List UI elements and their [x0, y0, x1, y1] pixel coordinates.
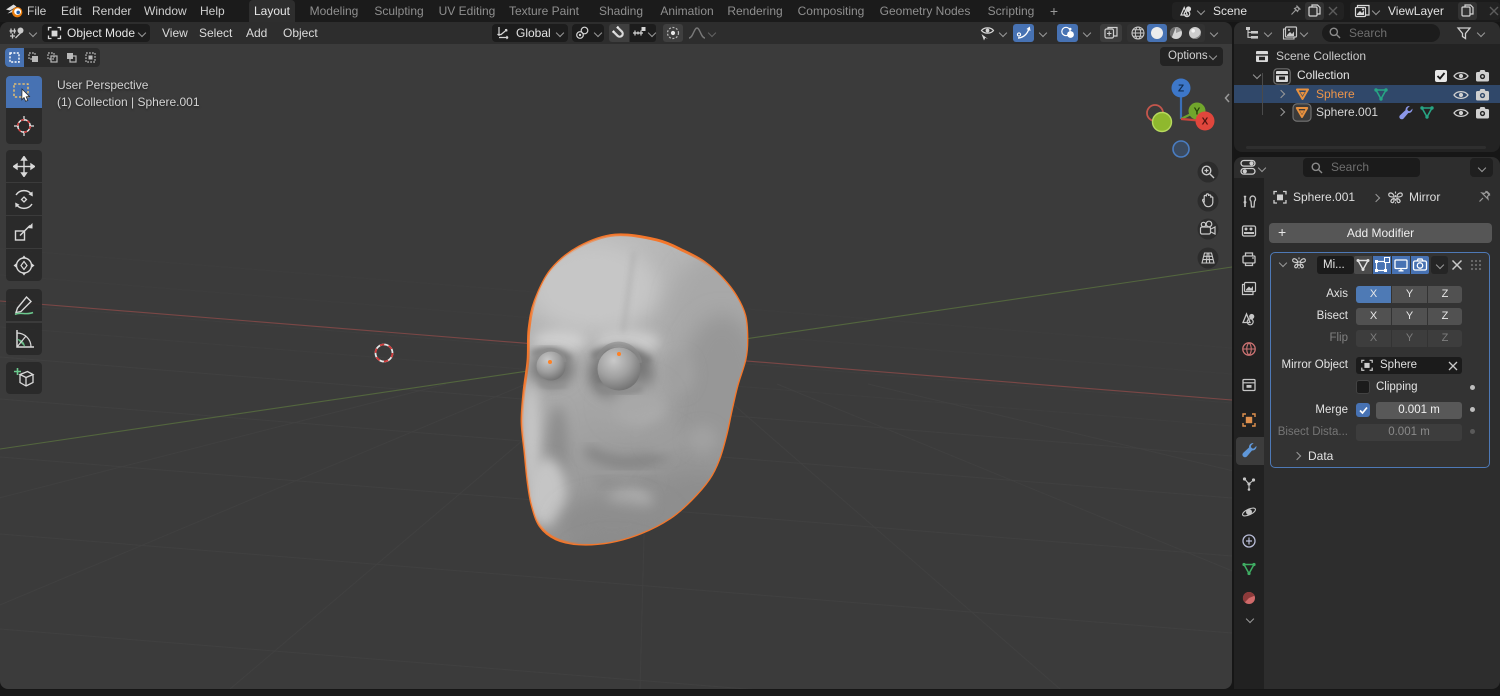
svg-text:X: X: [1202, 117, 1209, 128]
svg-text:Z: Z: [1178, 84, 1184, 95]
